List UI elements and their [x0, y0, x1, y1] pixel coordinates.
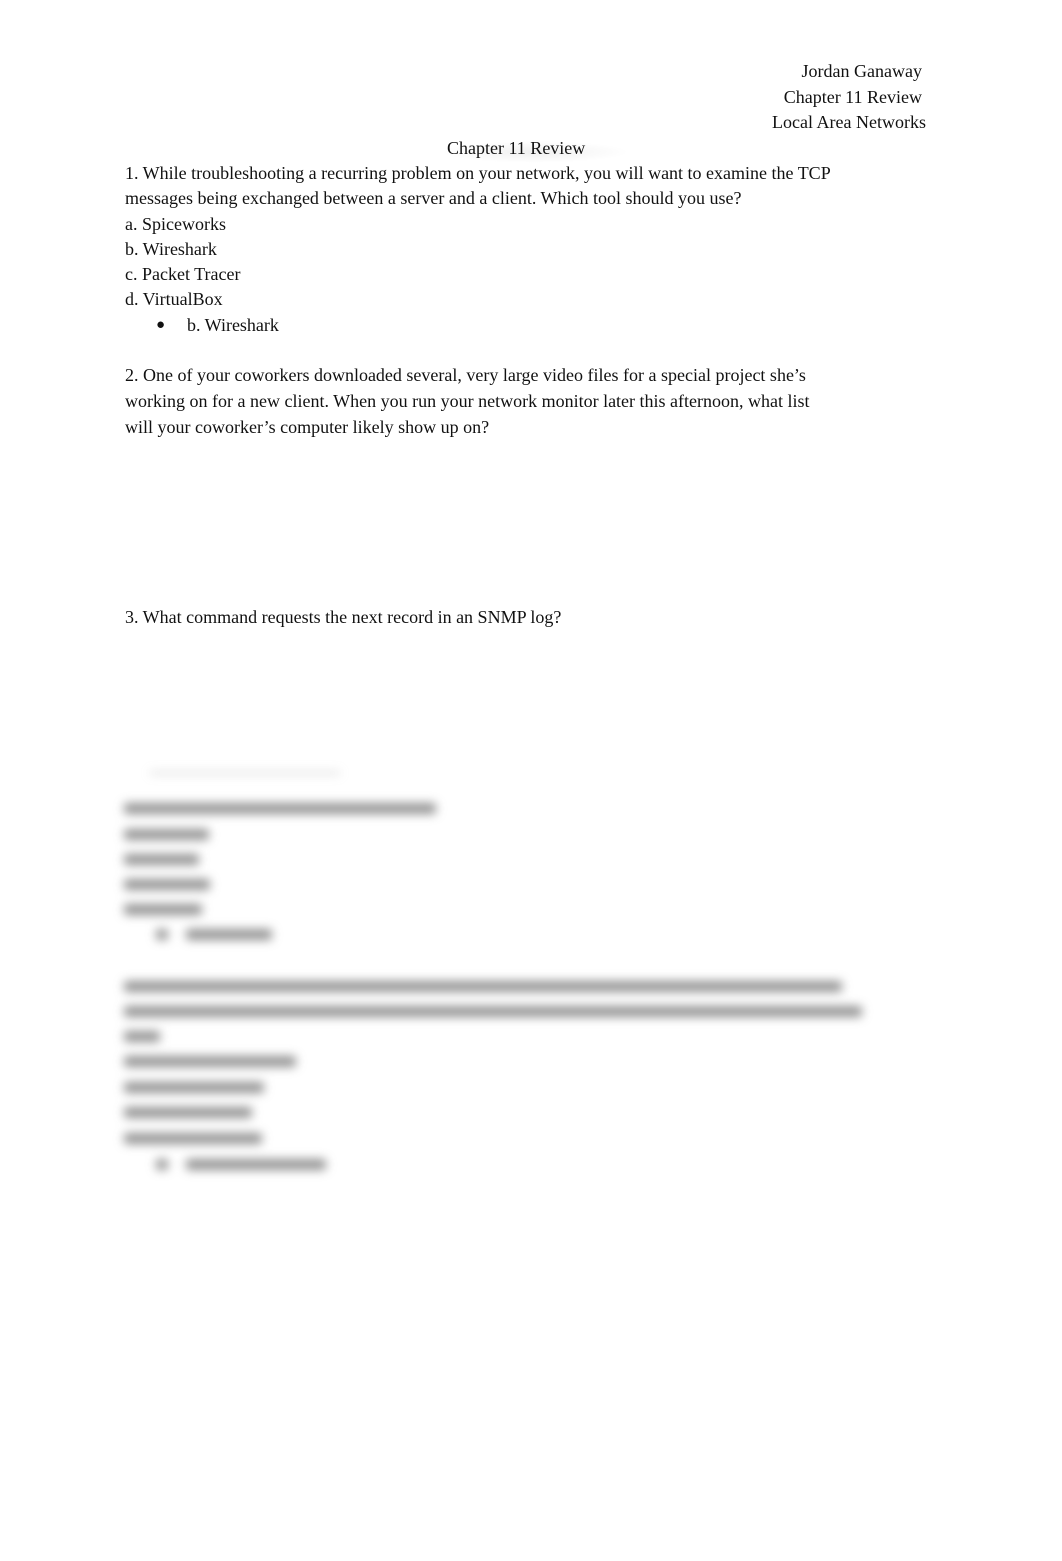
blurred-line [124, 1056, 296, 1067]
option-a: a. Spiceworks [125, 213, 226, 234]
question-text-line: will your coworker’s computer likely sho… [125, 417, 490, 437]
document-page: Jordan Ganaway Chapter 11 Review Local A… [0, 0, 1062, 1561]
blurred-bullet [156, 1159, 168, 1170]
option-d: d. VirtualBox [125, 289, 223, 310]
blurred-line [124, 904, 202, 915]
blurred-line [124, 981, 842, 992]
blurred-line [124, 1133, 262, 1144]
bullet-icon: ● [156, 316, 166, 333]
blurred-line [124, 1006, 862, 1017]
blurred-line [124, 1031, 160, 1042]
blurred-line [124, 854, 199, 865]
question-text-line: 1. While troubleshooting a recurring pro… [125, 163, 831, 183]
question-3: 3. What command requests the next record… [125, 605, 885, 630]
question-text-line: messages being exchanged between a serve… [125, 188, 742, 209]
question-text-line: 2. One of your coworkers downloaded seve… [125, 365, 806, 385]
document-title: Chapter 11 Review [447, 138, 586, 158]
blurred-line [124, 1082, 264, 1093]
option-b: b. Wireshark [125, 238, 217, 259]
blurred-line [124, 1107, 252, 1118]
blurred-line [186, 1159, 326, 1170]
blurred-line [186, 929, 272, 940]
question-text-line: working on for a new client. When you ru… [125, 391, 810, 411]
course-name: Local Area Networks [772, 112, 926, 132]
blurred-line [124, 879, 210, 890]
answer-text: b. Wireshark [187, 314, 279, 335]
assignment-name: Chapter 11 Review [783, 87, 922, 107]
question-2: 2. One of your coworkers downloaded seve… [125, 362, 885, 440]
blurred-line [124, 803, 436, 814]
author-name: Jordan Ganaway [801, 61, 922, 81]
option-c: c. Packet Tracer [125, 264, 241, 285]
blurred-bullet [156, 929, 168, 940]
blurred-rule [150, 772, 340, 774]
answer: ● b. Wireshark [125, 313, 885, 338]
question-text-line: 3. What command requests the next record… [125, 607, 562, 627]
blurred-line [124, 829, 209, 840]
question-1: 1. While troubleshooting a recurring pro… [125, 161, 885, 338]
